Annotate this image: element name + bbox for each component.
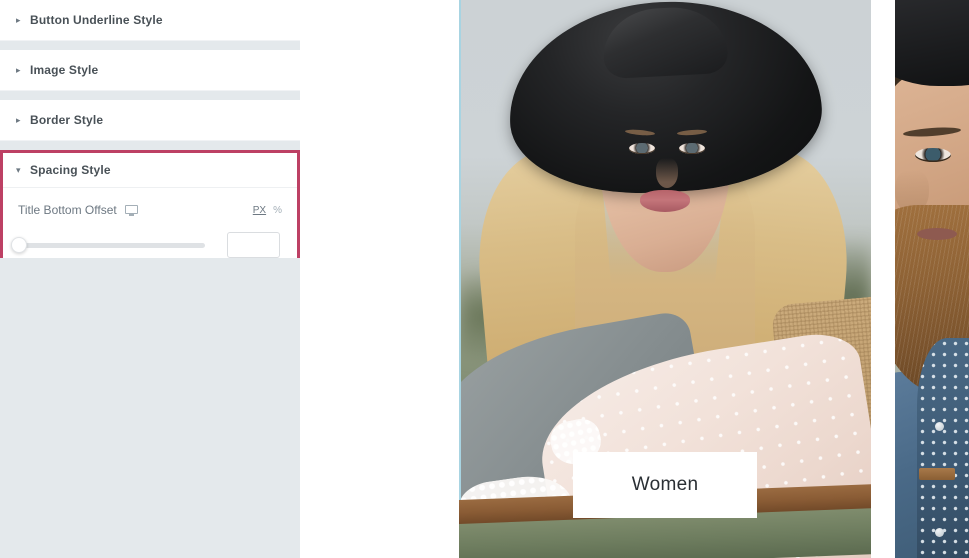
- category-card-women[interactable]: Women: [459, 0, 871, 558]
- chevron-right-icon: ▸: [16, 64, 21, 75]
- desktop-monitor-icon[interactable]: [124, 204, 138, 216]
- accordion-spacing-style: ▾ Spacing Style Title Bottom Offset PX %: [0, 150, 300, 258]
- chevron-right-icon: ▸: [16, 14, 21, 25]
- accordion-divider: [0, 91, 300, 100]
- slider-track[interactable]: [18, 242, 205, 248]
- offset-slider[interactable]: [8, 235, 213, 255]
- control-label: Title Bottom Offset: [18, 203, 117, 217]
- chevron-down-icon: ▾: [16, 164, 21, 175]
- accordion-label: Border Style: [30, 113, 104, 127]
- unit-percent-button[interactable]: %: [273, 205, 282, 216]
- offset-slider-row: [11, 232, 282, 258]
- category-card-men[interactable]: [895, 0, 969, 558]
- card-title-label: Women: [631, 474, 699, 495]
- accordion-border-style[interactable]: ▸ Border Style: [0, 100, 300, 141]
- unit-switcher: PX %: [253, 205, 282, 216]
- card-edge-marker: [459, 0, 461, 558]
- title-bottom-offset-control: Title Bottom Offset PX %: [18, 200, 282, 220]
- slider-handle[interactable]: [11, 237, 27, 253]
- unit-px-button[interactable]: PX: [253, 205, 266, 216]
- spacing-style-body: Title Bottom Offset PX %: [3, 188, 297, 258]
- preview-canvas: Women: [300, 0, 969, 558]
- chevron-right-icon: ▸: [16, 114, 21, 125]
- accordion-spacing-style-header[interactable]: ▾ Spacing Style: [3, 153, 297, 188]
- accordion-label: Image Style: [30, 63, 99, 77]
- offset-number-input[interactable]: [227, 232, 280, 258]
- accordion-label: Spacing Style: [30, 163, 111, 177]
- accordion-button-underline-style[interactable]: ▸ Button Underline Style: [0, 0, 300, 41]
- control-label-group: Title Bottom Offset: [18, 203, 138, 217]
- accordion-image-style[interactable]: ▸ Image Style: [0, 50, 300, 91]
- editor-style-panel: ▸ Button Underline Style ▸ Image Style ▸…: [0, 0, 300, 558]
- bearded-man-denim-jacket-photo: [895, 0, 969, 558]
- app-root: ▸ Button Underline Style ▸ Image Style ▸…: [0, 0, 969, 558]
- accordion-label: Button Underline Style: [30, 13, 163, 27]
- accordion-divider: [0, 41, 300, 50]
- accordion-divider: [0, 141, 300, 150]
- card-title-box[interactable]: Women: [573, 452, 757, 518]
